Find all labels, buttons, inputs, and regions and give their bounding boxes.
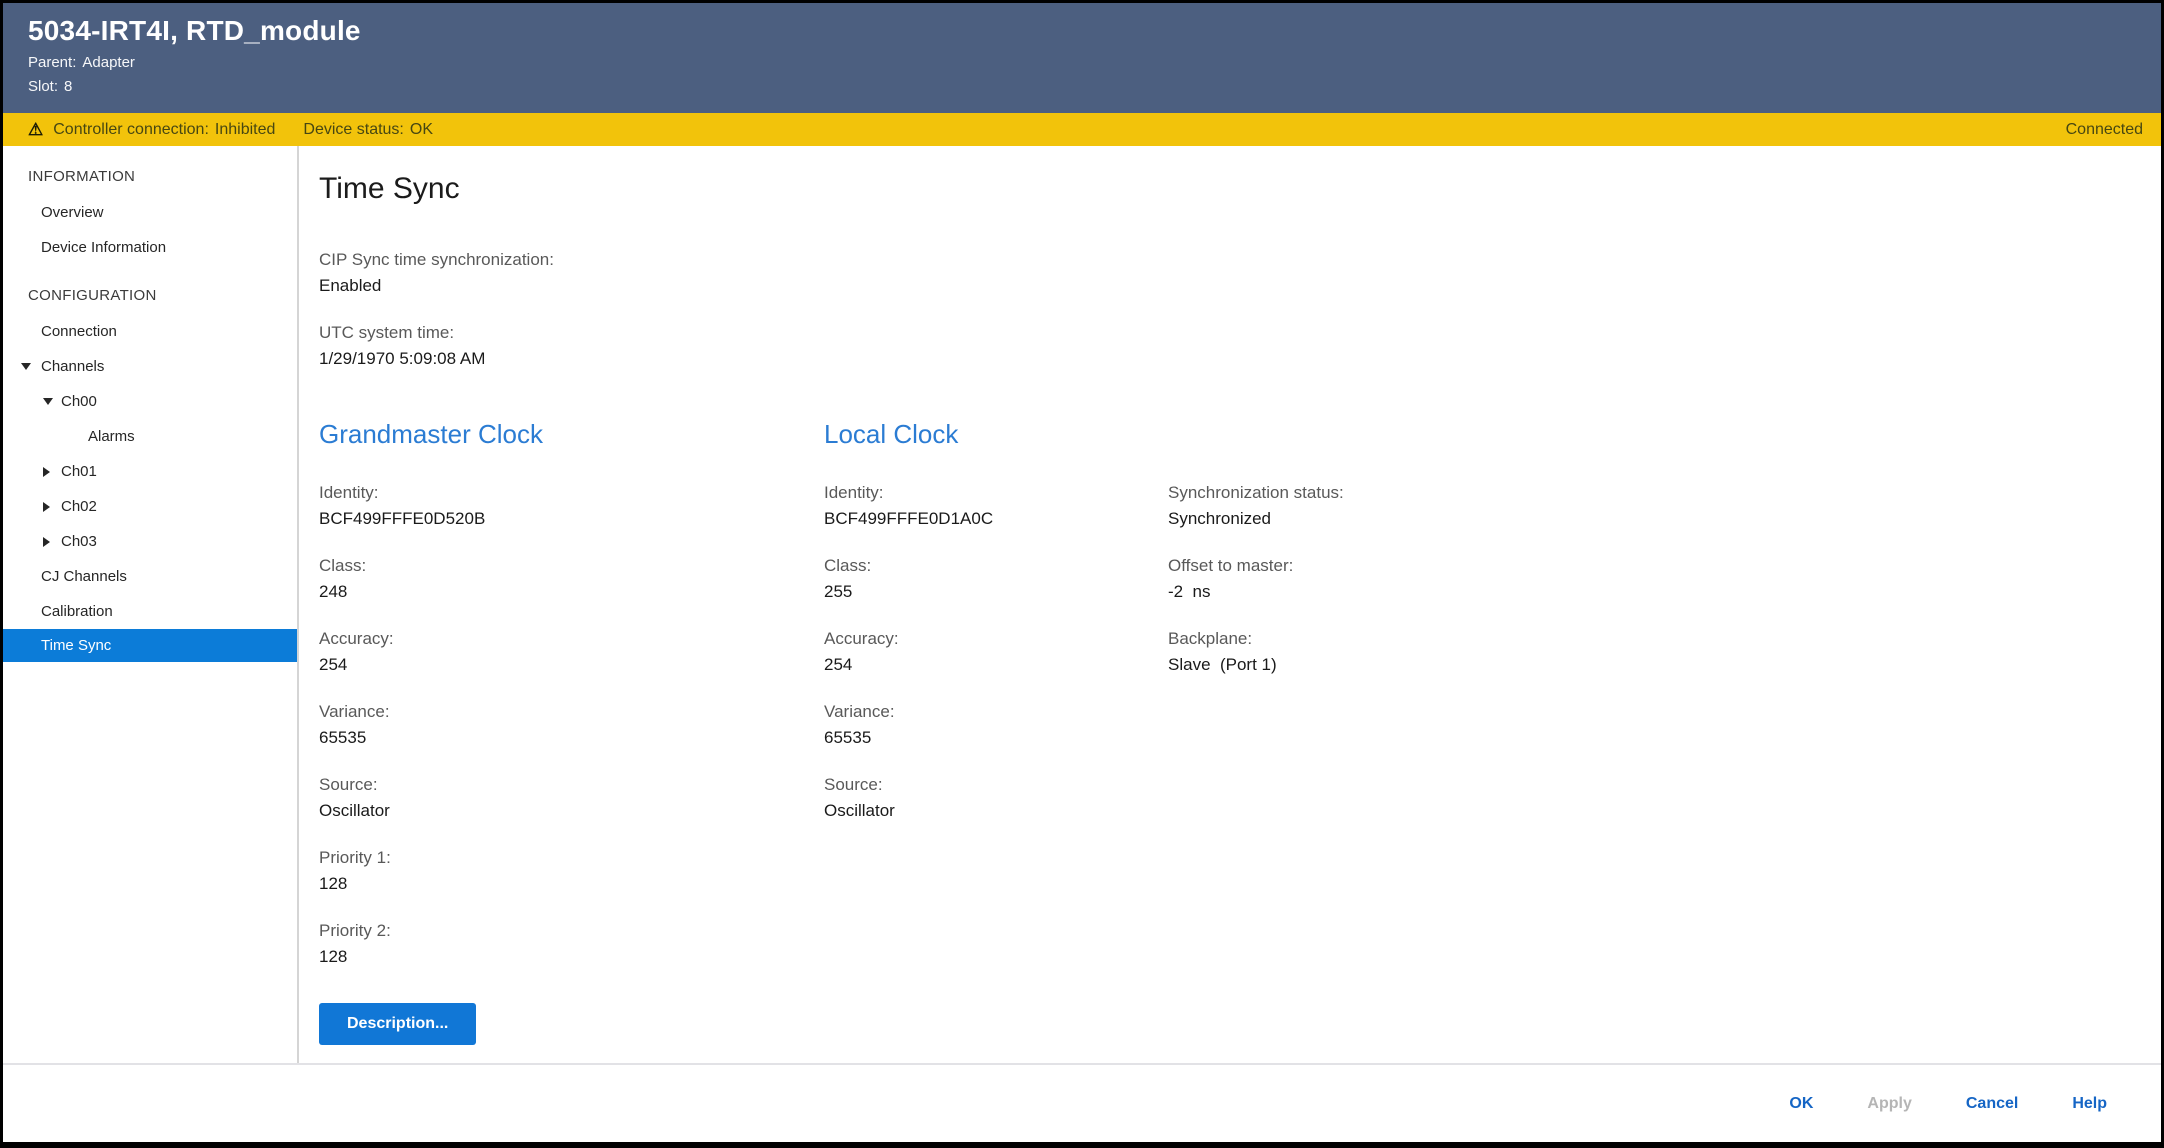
grandmaster-clock-heading: Grandmaster Clock xyxy=(319,417,824,451)
sidebar-item-overview[interactable]: Overview xyxy=(3,195,297,230)
sidebar-item-device-information[interactable]: Device Information xyxy=(3,230,297,265)
footer-bar: OK Apply Cancel Help xyxy=(3,1063,2161,1142)
parent-label: Parent: xyxy=(28,54,76,71)
gm-priority1-field: Priority 1: 128 xyxy=(319,844,824,896)
chevron-right-icon[interactable] xyxy=(43,467,50,477)
sidebar-item-calibration[interactable]: Calibration xyxy=(3,594,297,629)
status-bar: ⚠ Controller connection:Inhibited Device… xyxy=(3,113,2161,146)
field-value: Enabled xyxy=(319,274,2161,298)
parent-line: Parent: Adapter xyxy=(28,54,2161,71)
gm-class-field: Class: 248 xyxy=(319,552,824,604)
gm-identity-field: Identity: BCF499FFFE0D520B xyxy=(319,479,824,531)
sidebar-item-ch01[interactable]: Ch01 xyxy=(3,454,297,489)
gm-priority2-field: Priority 2: 128 xyxy=(319,917,824,969)
slot-value: 8 xyxy=(64,78,72,95)
utc-time-field: UTC system time: 1/29/1970 5:09:08 AM xyxy=(319,319,2161,371)
sidebar-item-ch02[interactable]: Ch02 xyxy=(3,489,297,524)
device-properties-window: 5034-IRT4I, RTD_module Parent: Adapter Sl… xyxy=(0,0,2164,1148)
chevron-right-icon[interactable] xyxy=(43,502,50,512)
chevron-down-icon[interactable] xyxy=(21,363,31,370)
field-label: UTC system time: xyxy=(319,319,2161,347)
ok-button[interactable]: OK xyxy=(1769,1084,1833,1124)
controller-connection-status: Controller connection:Inhibited xyxy=(53,121,275,139)
local-identity-field: Identity: BCF499FFFE0D1A0C xyxy=(824,479,1168,531)
clock-columns: Grandmaster Clock Identity: BCF499FFFE0D… xyxy=(319,417,2161,1045)
offset-to-master-field: Offset to master: -2 ns xyxy=(1168,552,2161,604)
parent-value: Adapter xyxy=(82,54,135,71)
description-button[interactable]: Description... xyxy=(319,1003,476,1045)
local-variance-field: Variance: 65535 xyxy=(824,698,1168,750)
sidebar: INFORMATION Overview Device Information … xyxy=(3,146,299,1063)
sidebar-item-ch03[interactable]: Ch03 xyxy=(3,524,297,559)
local-class-field: Class: 255 xyxy=(824,552,1168,604)
cip-sync-field: CIP Sync time synchronization: Enabled xyxy=(319,246,2161,298)
slot-line: Slot: 8 xyxy=(28,78,2161,95)
sidebar-item-alarms[interactable]: Alarms xyxy=(3,419,297,454)
sync-status-section: Synchronization status: Synchronized Off… xyxy=(1168,417,2161,1045)
sidebar-item-connection[interactable]: Connection xyxy=(3,314,297,349)
warning-triangle-icon: ⚠ xyxy=(28,120,43,140)
backplane-field: Backplane: Slave (Port 1) xyxy=(1168,625,2161,677)
sidebar-item-time-sync[interactable]: Time Sync xyxy=(3,629,297,662)
local-accuracy-field: Accuracy: 254 xyxy=(824,625,1168,677)
local-clock-heading: Local Clock xyxy=(824,417,1168,451)
body-row: INFORMATION Overview Device Information … xyxy=(3,146,2161,1063)
device-status: Device status:OK xyxy=(303,121,433,139)
gm-accuracy-field: Accuracy: 254 xyxy=(319,625,824,677)
cancel-button[interactable]: Cancel xyxy=(1946,1084,2038,1124)
sidebar-item-channels[interactable]: Channels xyxy=(3,349,297,384)
field-label: CIP Sync time synchronization: xyxy=(319,246,2161,274)
gm-variance-field: Variance: 65535 xyxy=(319,698,824,750)
sync-status-field: Synchronization status: Synchronized xyxy=(1168,479,2161,531)
help-button[interactable]: Help xyxy=(2052,1084,2127,1124)
field-value: 1/29/1970 5:09:08 AM xyxy=(319,347,2161,371)
sidebar-header-configuration: CONFIGURATION xyxy=(3,279,297,314)
page-title: Time Sync xyxy=(319,172,2161,206)
gm-source-field: Source: Oscillator xyxy=(319,771,824,823)
main-content: Time Sync CIP Sync time synchronization:… xyxy=(299,146,2161,1063)
sidebar-header-information: INFORMATION xyxy=(3,160,297,195)
sidebar-item-cj-channels[interactable]: CJ Channels xyxy=(3,559,297,594)
local-source-field: Source: Oscillator xyxy=(824,771,1168,823)
chevron-down-icon[interactable] xyxy=(43,398,53,405)
connection-state: Connected xyxy=(2066,121,2143,139)
page-header-title: 5034-IRT4I, RTD_module xyxy=(28,15,2161,47)
grandmaster-clock-section: Grandmaster Clock Identity: BCF499FFFE0D… xyxy=(319,417,824,1045)
local-clock-section: Local Clock Identity: BCF499FFFE0D1A0C C… xyxy=(824,417,1168,1045)
sidebar-item-ch00[interactable]: Ch00 xyxy=(3,384,297,419)
apply-button[interactable]: Apply xyxy=(1847,1084,1931,1124)
chevron-right-icon[interactable] xyxy=(43,537,50,547)
slot-label: Slot: xyxy=(28,78,58,95)
titlebar: 5034-IRT4I, RTD_module Parent: Adapter Sl… xyxy=(3,3,2161,113)
